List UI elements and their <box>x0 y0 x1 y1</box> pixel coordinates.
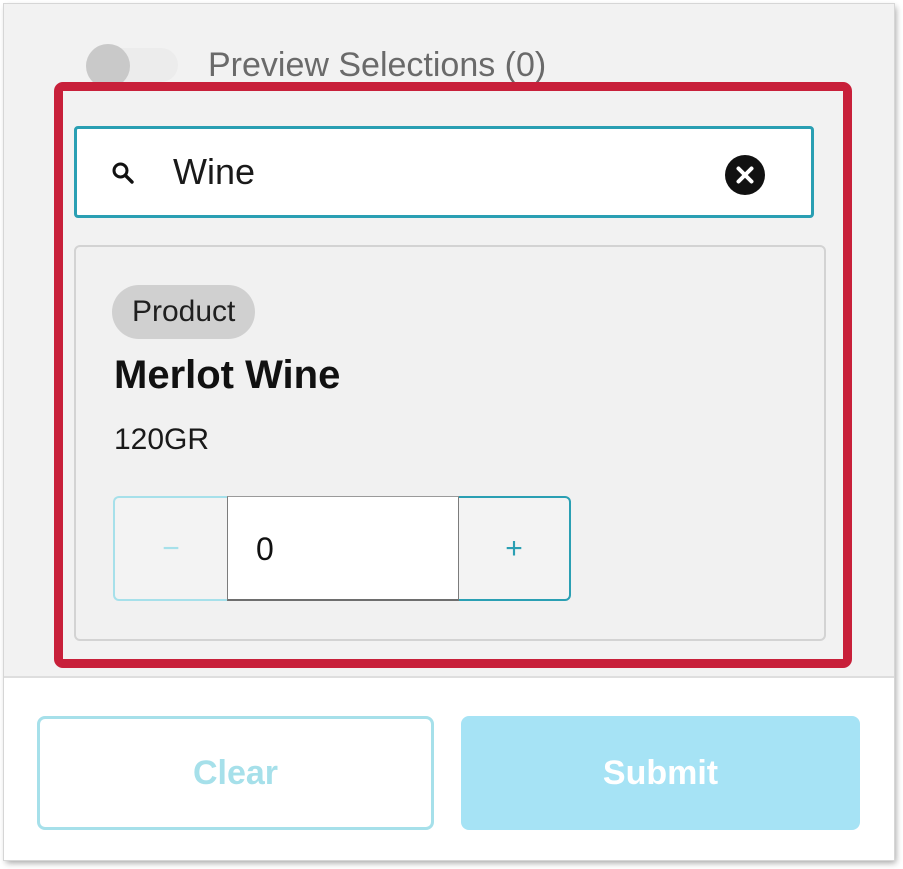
clear-button[interactable]: Clear <box>37 716 434 830</box>
quantity-input[interactable]: 0 <box>227 496 459 601</box>
submit-button[interactable]: Submit <box>461 716 860 830</box>
product-result-card: Product Merlot Wine 120GR − 0 + <box>74 245 826 641</box>
product-name: Merlot Wine <box>114 353 341 397</box>
search-field[interactable]: Wine <box>74 126 814 218</box>
close-circle-icon[interactable] <box>725 155 765 195</box>
increment-button[interactable]: + <box>459 496 571 601</box>
minus-icon: − <box>162 531 180 565</box>
product-size: 120GR <box>114 423 210 456</box>
search-icon <box>112 162 134 184</box>
preview-selections-label: Preview Selections (0) <box>208 45 547 84</box>
decrement-button[interactable]: − <box>113 496 227 601</box>
action-footer: Clear Submit <box>4 676 894 860</box>
close-icon <box>736 166 754 184</box>
type-badge: Product <box>112 285 256 339</box>
selection-panel: Preview Selections (0) Wine Product Merl… <box>4 4 894 860</box>
search-input[interactable]: Wine <box>173 151 255 193</box>
preview-toggle[interactable] <box>86 44 178 88</box>
plus-icon: + <box>505 531 523 565</box>
quantity-stepper: − 0 + <box>113 496 571 601</box>
